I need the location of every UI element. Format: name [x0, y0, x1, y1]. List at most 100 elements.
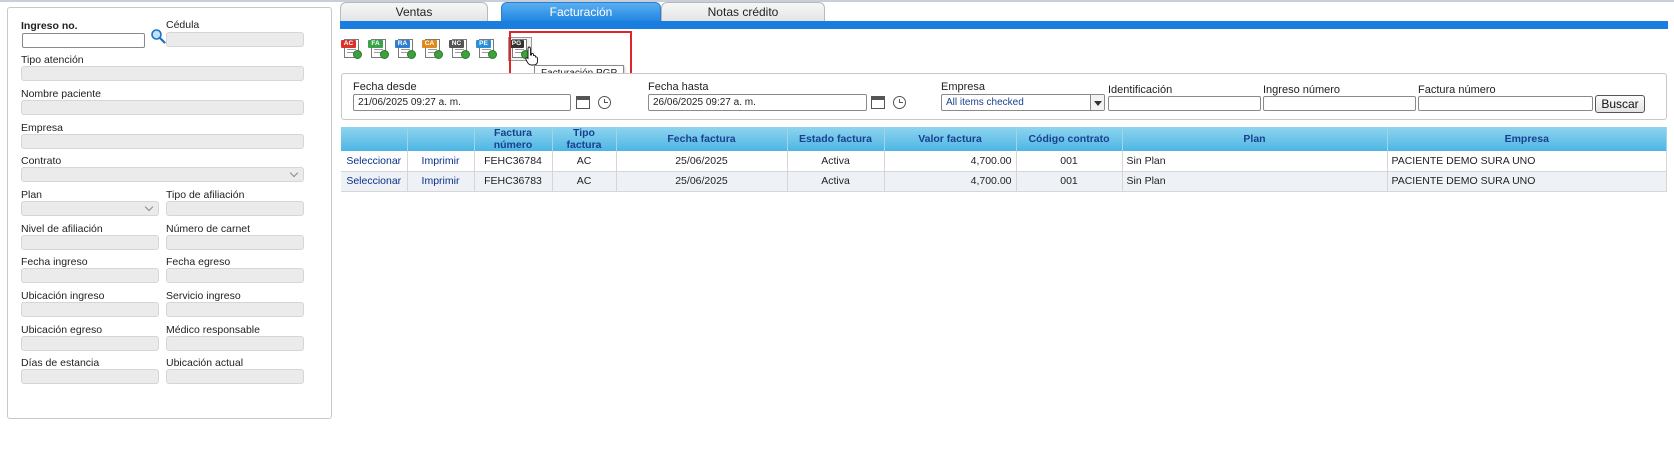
col-header-empresa[interactable]: Empresa: [1387, 127, 1667, 151]
tipo-atencion-label: Tipo atención: [21, 54, 84, 66]
ingreso-numero-input[interactable]: [1263, 96, 1416, 111]
tool-tag-label: RA: [395, 40, 410, 48]
ubicacion-egreso-field: [21, 336, 159, 351]
fecha-desde-label: Fecha desde: [353, 81, 417, 93]
filter-panel: Fecha desde 21/06/2025 09:27 a. m. Fecha…: [341, 73, 1667, 120]
fecha-ingreso-label: Fecha ingreso: [21, 256, 88, 268]
plan-cell: Sin Plan: [1122, 171, 1388, 192]
tipo-factura-cell: AC: [552, 151, 617, 172]
factura-numero-input[interactable]: [1418, 96, 1593, 111]
contrato-select[interactable]: [21, 167, 304, 182]
tab-strip: Ventas Facturación Notas crédito: [340, 2, 1668, 29]
ubicacion-actual-label: Ubicación actual: [166, 357, 244, 369]
search-icon[interactable]: [150, 28, 166, 44]
table-header-row: Factura número Tipo factura Fecha factur…: [341, 127, 1667, 151]
patient-info-panel: Ingreso no. Cédula Tipo atención Nombre …: [7, 7, 332, 419]
invoice-tool-ca-icon[interactable]: CA: [422, 38, 444, 60]
medico-responsable-label: Médico responsable: [166, 324, 260, 336]
factura-numero-label: Factura número: [1418, 84, 1496, 96]
identificacion-label: Identificación: [1108, 84, 1173, 96]
ingreso-no-label: Ingreso no.: [21, 20, 78, 32]
cedula-field: [166, 32, 304, 47]
col-header-factura-numero[interactable]: Factura número: [474, 127, 553, 151]
invoice-tool-ra-icon[interactable]: RA: [395, 38, 417, 60]
calendar-icon[interactable]: [871, 96, 885, 109]
buscar-button[interactable]: Buscar: [1595, 95, 1645, 113]
factura-numero-cell: FEHC36784: [474, 151, 553, 172]
estado-factura-cell: Activa: [787, 171, 885, 192]
empresa-field: [21, 134, 304, 149]
tipo-afiliacion-field: [166, 201, 304, 216]
tipo-atencion-field: [21, 66, 304, 81]
fecha-hasta-input[interactable]: 26/06/2025 09:27 a. m.: [648, 94, 867, 111]
identificacion-input[interactable]: [1108, 96, 1261, 111]
plan-select[interactable]: [21, 201, 159, 216]
arrow-icon: [434, 50, 443, 59]
tool-tag-label: PE: [476, 40, 491, 48]
imprimir-link[interactable]: Imprimir: [407, 171, 475, 192]
hand-cursor-icon: [525, 46, 538, 66]
fecha-egreso-field: [166, 268, 304, 283]
col-header-estado-factura[interactable]: Estado factura: [787, 127, 885, 151]
col-header-fecha-factura[interactable]: Fecha factura: [616, 127, 788, 151]
arrow-icon: [461, 50, 470, 59]
ubicacion-actual-field: [166, 369, 304, 384]
invoice-tool-nc-icon[interactable]: NC: [449, 38, 471, 60]
seleccionar-link[interactable]: Seleccionar: [341, 151, 408, 172]
ingreso-no-input[interactable]: [22, 33, 145, 48]
empresa-cell: PACIENTE DEMO SURA UNO: [1387, 151, 1667, 172]
empresa-combo-value: All items checked: [946, 97, 1024, 108]
ubicacion-ingreso-label: Ubicación ingreso: [21, 290, 105, 302]
invoice-tool-ac-icon[interactable]: AC: [341, 38, 363, 60]
plan-cell: Sin Plan: [1122, 151, 1388, 172]
valor-factura-cell: 4,700.00: [884, 151, 1017, 172]
col-header-print: [407, 127, 475, 151]
empresa-combo[interactable]: All items checked: [941, 94, 1105, 111]
tab-content-bar: [340, 21, 1668, 29]
medico-responsable-field: [166, 336, 304, 351]
tab-facturacion[interactable]: Facturación: [501, 2, 661, 21]
col-header-plan[interactable]: Plan: [1122, 127, 1388, 151]
nivel-afiliacion-field: [21, 235, 159, 250]
tool-tag-label: NC: [449, 40, 464, 48]
tool-tag-label: FA: [368, 40, 383, 48]
plan-label: Plan: [21, 189, 43, 201]
arrow-icon: [380, 50, 389, 59]
codigo-contrato-cell: 001: [1016, 171, 1123, 192]
empresa-cell: PACIENTE DEMO SURA UNO: [1387, 171, 1667, 192]
chevron-down-icon: [289, 168, 299, 178]
empresa-label: Empresa: [21, 122, 64, 134]
invoices-table: Factura número Tipo factura Fecha factur…: [341, 127, 1667, 192]
chevron-down-icon: [144, 202, 154, 212]
tab-ventas[interactable]: Ventas: [340, 2, 488, 21]
nivel-afiliacion-label: Nivel de afiliación: [21, 223, 103, 235]
codigo-contrato-cell: 001: [1016, 151, 1123, 172]
clock-icon[interactable]: [893, 96, 906, 109]
fecha-desde-input[interactable]: 21/06/2025 09:27 a. m.: [353, 94, 571, 111]
invoice-tool-pe-icon[interactable]: PE: [476, 38, 498, 60]
invoice-tool-fa-icon[interactable]: FA: [368, 38, 390, 60]
fecha-factura-cell: 25/06/2025: [616, 171, 788, 192]
clock-icon[interactable]: [598, 96, 611, 109]
dropdown-arrow-icon[interactable]: [1090, 95, 1104, 110]
estado-factura-cell: Activa: [787, 151, 885, 172]
numero-carnet-label: Número de carnet: [166, 223, 251, 235]
col-header-select: [341, 127, 408, 151]
ubicacion-ingreso-field: [21, 302, 159, 317]
calendar-icon[interactable]: [576, 96, 590, 109]
imprimir-link[interactable]: Imprimir: [407, 151, 475, 172]
tipo-factura-cell: AC: [552, 171, 617, 192]
nombre-paciente-field: [21, 100, 304, 115]
tab-notas-credito[interactable]: Notas crédito: [661, 2, 825, 21]
col-header-valor-factura[interactable]: Valor factura: [884, 127, 1017, 151]
servicio-ingreso-label: Servicio ingreso: [166, 290, 241, 302]
tipo-afiliacion-label: Tipo de afiliación: [166, 189, 245, 201]
col-header-tipo-factura[interactable]: Tipo factura: [552, 127, 617, 151]
dias-estancia-label: Días de estancia: [21, 357, 100, 369]
col-header-codigo-contrato[interactable]: Código contrato: [1016, 127, 1123, 151]
table-row: Seleccionar Imprimir FEHC36784 AC 25/06/…: [341, 151, 1667, 172]
servicio-ingreso-field: [166, 302, 304, 317]
empresa-filter-label: Empresa: [941, 81, 986, 93]
seleccionar-link[interactable]: Seleccionar: [341, 171, 408, 192]
numero-carnet-field: [166, 235, 304, 250]
